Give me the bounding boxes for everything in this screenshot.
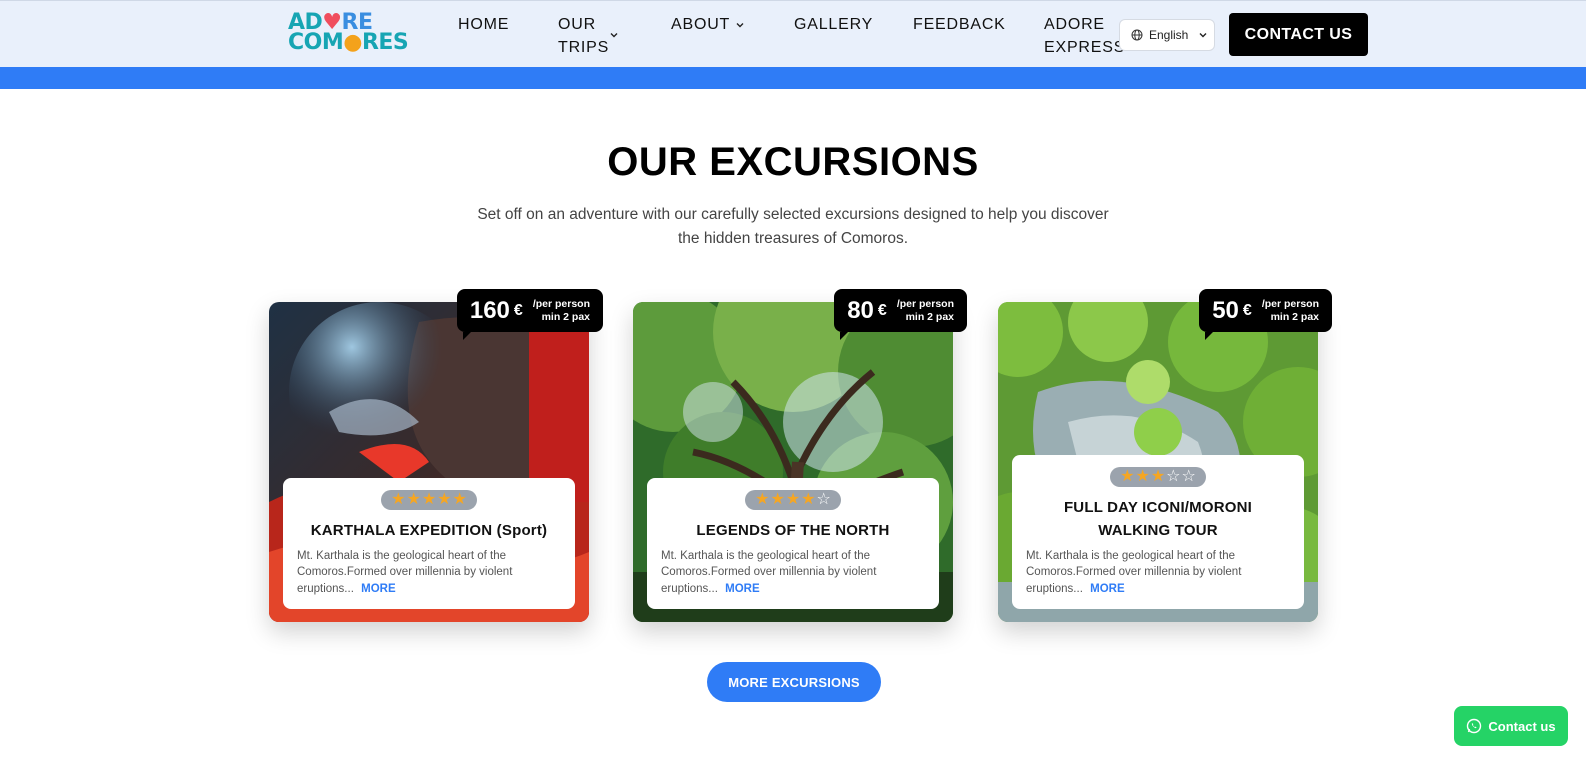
price-min: min 2 pax: [541, 310, 590, 323]
price-min: min 2 pax: [905, 310, 954, 323]
rating-stars: ★ ★ ★ ★ ☆: [745, 489, 841, 510]
nav-our-trips-line1: OUR: [558, 16, 596, 33]
price-currency: €: [513, 301, 523, 319]
star-filled-icon: ★: [770, 490, 785, 508]
star-filled-icon: ★: [755, 490, 770, 508]
star-empty-icon: ☆: [1181, 467, 1196, 485]
price-badge: 160 € /per person min 2 pax: [456, 289, 603, 340]
price-currency: €: [877, 301, 887, 319]
price-per: /per person: [532, 297, 590, 310]
whatsapp-label: Contact us: [1488, 718, 1556, 734]
card-title: LEGENDS OF THE NORTH: [696, 521, 890, 539]
nav-about-label: ABOUT: [671, 16, 730, 33]
header-accent-strip: [0, 67, 1586, 89]
star-filled-icon: ★: [406, 490, 421, 508]
site-header: AD♥RE COM●RES HOME OUR TRIPS ABOUT GALLE…: [0, 0, 1586, 67]
globe-icon: [1131, 29, 1143, 41]
price-meta: /per person min 2 pax: [1262, 298, 1319, 324]
section-subtitle: Set off on an adventure with our careful…: [477, 206, 1109, 247]
star-filled-icon: ★: [452, 490, 467, 508]
price-amount: 80: [847, 296, 874, 324]
whatsapp-contact-button[interactable]: Contact us: [1454, 706, 1568, 746]
star-filled-icon: ★: [1135, 467, 1150, 485]
card-title: KARTHALA EXPEDITION (Sport): [310, 521, 548, 539]
logo-bottom-line: COM●RES: [288, 30, 409, 55]
nav-gallery[interactable]: GALLERY: [794, 13, 873, 36]
star-empty-icon: ☆: [1166, 467, 1181, 485]
card-description-text: Mt. Karthala is the geological heart of …: [661, 549, 877, 595]
card-info-panel: ★ ★ ★ ☆ ☆ FULL DAY ICONI/MORONI WALKING TOUR…: [1012, 454, 1304, 609]
nav-our-trips[interactable]: OUR TRIPS: [558, 13, 609, 59]
whatsapp-icon: [1467, 718, 1482, 734]
card-title: FULL DAY ICONI/MORONI WALKING TOUR: [1063, 498, 1253, 539]
star-empty-icon: ☆: [816, 490, 831, 508]
card-description-text: Mt. Karthala is the geological heart of …: [297, 549, 513, 595]
rating-stars: ★ ★ ★ ★ ★: [381, 489, 477, 510]
star-filled-icon: ★: [1120, 467, 1135, 485]
excursion-card[interactable]: 80 € /per person min 2 pax ★ ★ ★ ★ ☆ LEGENDS…: [633, 289, 967, 622]
price-meta: /per person min 2 pax: [533, 298, 590, 324]
nav-adore-express-line2: EXPRESS: [1044, 39, 1126, 56]
star-filled-icon: ★: [1150, 467, 1166, 485]
card-description: Mt. Karthala is the geological heart of …: [1026, 548, 1290, 598]
nav-feedback[interactable]: FEEDBACK: [913, 13, 1006, 36]
more-link[interactable]: MORE: [1090, 583, 1125, 595]
star-filled-icon: ★: [421, 490, 437, 508]
price-amount: 160: [469, 296, 510, 324]
price-badge: 50 € /per person min 2 pax: [1199, 289, 1332, 340]
star-filled-icon: ★: [437, 490, 452, 508]
star-filled-icon: ★: [785, 490, 801, 508]
star-filled-icon: ★: [801, 490, 816, 508]
nav-our-trips-line2: TRIPS: [558, 39, 610, 56]
chevron-down-icon: [736, 22, 744, 28]
price-min: min 2 pax: [1270, 310, 1319, 323]
card-description-text: Mt. Karthala is the geological heart of …: [1026, 549, 1242, 595]
card-description: Mt. Karthala is the geological heart of …: [661, 548, 925, 598]
excursion-card[interactable]: 160 € /per person min 2 pax ★ ★ ★ ★ ★ KARTHA…: [269, 289, 603, 622]
more-excursions-button[interactable]: MORE EXCURSIONS: [707, 662, 881, 702]
excursion-card[interactable]: 50 € /per person min 2 pax ★ ★ ★ ☆ ☆ FULL DA…: [998, 289, 1332, 622]
more-link[interactable]: MORE: [725, 583, 760, 595]
card-description: Mt. Karthala is the geological heart of …: [297, 548, 561, 598]
price-meta: /per person min 2 pax: [897, 298, 954, 324]
section-title: OUR EXCURSIONS: [607, 140, 979, 184]
price-badge: 80 € /per person min 2 pax: [834, 289, 967, 340]
more-link[interactable]: MORE: [361, 583, 396, 595]
language-label: English: [1149, 28, 1189, 42]
star-filled-icon: ★: [391, 490, 406, 508]
nav-home[interactable]: HOME: [458, 13, 509, 36]
rating-stars: ★ ★ ★ ☆ ☆: [1110, 466, 1206, 487]
card-info-panel: ★ ★ ★ ★ ☆ LEGENDS OF THE NORTH Mt. Karthala …: [647, 477, 939, 609]
chevron-down-icon: [1199, 33, 1207, 38]
site-logo[interactable]: AD♥RE COM●RES: [288, 12, 410, 57]
chevron-down-icon[interactable]: [609, 30, 619, 40]
contact-us-button[interactable]: CONTACT US: [1229, 13, 1368, 56]
price-per: /per person: [1261, 297, 1319, 310]
price-amount: 50: [1212, 296, 1239, 324]
price-per: /per person: [896, 297, 954, 310]
price-currency: €: [1242, 301, 1252, 319]
nav-about[interactable]: ABOUT: [671, 13, 745, 36]
card-info-panel: ★ ★ ★ ★ ★ KARTHALA EXPEDITION (Sport) Mt. Ka…: [283, 477, 575, 609]
nav-adore-express[interactable]: ADORE EXPRESS: [1044, 13, 1125, 59]
nav-adore-express-line1: ADORE: [1044, 16, 1105, 33]
language-selector[interactable]: English: [1119, 19, 1215, 51]
